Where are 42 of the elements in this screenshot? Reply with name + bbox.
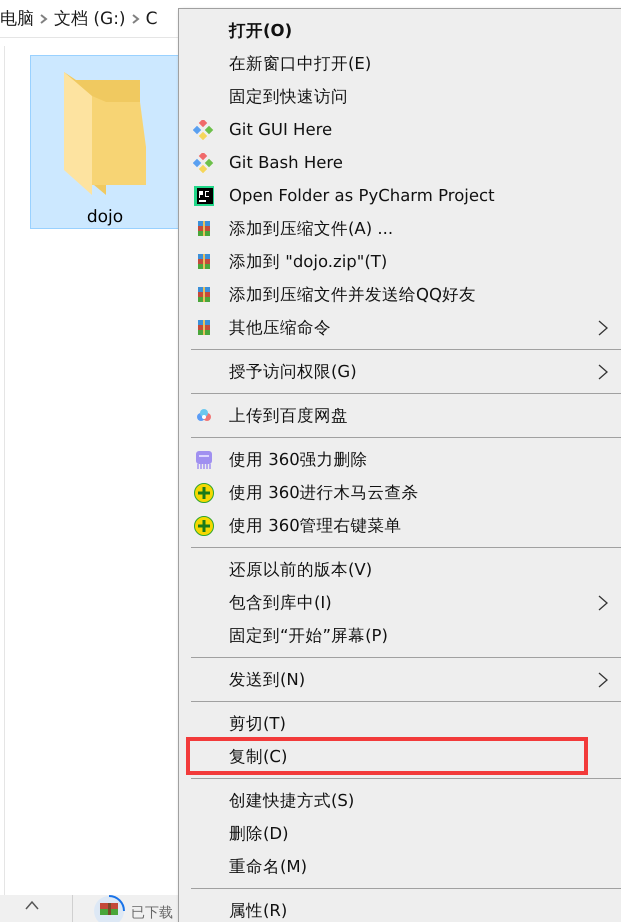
menu-item[interactable]: 使用 360进行木马云查杀 bbox=[181, 476, 621, 509]
menu-item[interactable]: 删除(D) bbox=[181, 817, 621, 850]
pycharm-icon bbox=[193, 186, 215, 206]
menu-item[interactable]: 固定到快速访问 bbox=[181, 80, 621, 113]
download-status: 已下载 bbox=[131, 904, 173, 922]
menu-item[interactable]: 打开(O) bbox=[181, 14, 621, 47]
menu-item[interactable]: 属性(R) bbox=[181, 894, 621, 922]
chevron-icon bbox=[40, 14, 48, 24]
folder-icon bbox=[64, 72, 146, 197]
menu-item[interactable]: 发送到(N) bbox=[181, 663, 621, 696]
menu-item[interactable]: 添加到 "dojo.zip"(T) bbox=[181, 245, 621, 278]
menu-item[interactable]: 剪切(T) bbox=[181, 707, 621, 740]
menu-item[interactable]: 其他压缩命令 bbox=[181, 311, 621, 344]
chevron-icon bbox=[132, 14, 140, 24]
menu-item[interactable]: Open Folder as PyCharm Project bbox=[181, 179, 621, 212]
menu-item[interactable]: 复制(C) bbox=[181, 740, 621, 773]
folder-name: dojo bbox=[86, 207, 124, 227]
menu-item[interactable]: 创建快捷方式(S) bbox=[181, 784, 621, 817]
breadcrumb-item[interactable]: C bbox=[146, 8, 158, 28]
menu-item[interactable]: 使用 360强力删除 bbox=[181, 443, 621, 476]
menu-item[interactable]: 固定到“开始”屏幕(P) bbox=[181, 619, 621, 652]
diamond-icon bbox=[193, 153, 215, 173]
plus-icon bbox=[193, 483, 215, 503]
menu-item[interactable]: 包含到库中(I) bbox=[181, 586, 621, 619]
plus-icon bbox=[193, 516, 215, 536]
folder-tile[interactable]: dojo bbox=[30, 55, 180, 229]
menu-item[interactable]: Git Bash Here bbox=[181, 146, 621, 179]
menu-item[interactable]: 重命名(M) bbox=[181, 850, 621, 883]
menu-item[interactable]: 上传到百度网盘 bbox=[181, 399, 621, 432]
breadcrumb-item[interactable]: 电脑 bbox=[0, 7, 34, 30]
breadcrumb-item[interactable]: 文档 (G:) bbox=[54, 7, 126, 30]
menu-item[interactable]: 添加到压缩文件(A) ... bbox=[181, 212, 621, 245]
chevron-up-icon[interactable] bbox=[24, 900, 40, 910]
menu-item[interactable]: 使用 360管理右键菜单 bbox=[181, 509, 621, 542]
archive-icon bbox=[93, 895, 125, 922]
menu-item[interactable]: Git GUI Here bbox=[181, 113, 621, 146]
menu-item[interactable]: 还原以前的版本(V) bbox=[181, 553, 621, 586]
diamond-icon bbox=[193, 120, 215, 140]
shredder-icon bbox=[193, 450, 215, 470]
menu-item[interactable]: 在新窗口中打开(E) bbox=[181, 47, 621, 80]
menu-item[interactable]: 授予访问权限(G) bbox=[181, 355, 621, 388]
menu-item[interactable]: 添加到压缩文件并发送给QQ好友 bbox=[181, 278, 621, 311]
